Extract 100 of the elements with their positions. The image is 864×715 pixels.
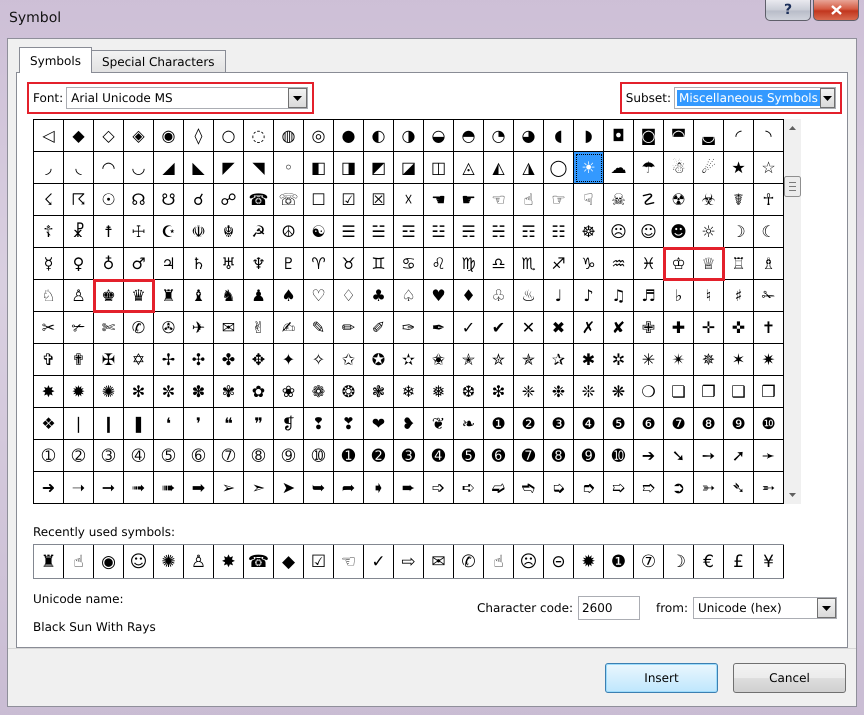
font-dropdown[interactable]: Arial Unicode MS — [66, 87, 308, 109]
symbol-cell[interactable]: ☺ — [634, 216, 664, 248]
symbol-cell[interactable]: ✹ — [64, 376, 94, 408]
symbol-cell[interactable]: ♇ — [274, 248, 304, 280]
symbol-cell[interactable]: ❸ — [544, 408, 574, 440]
symbol-cell[interactable]: ◐ — [364, 120, 394, 152]
symbol-cell[interactable]: ➎ — [454, 440, 484, 472]
symbol-cell[interactable]: ● — [334, 120, 364, 152]
symbol-cell[interactable]: ✄ — [94, 312, 124, 344]
symbol-cell[interactable]: ☎ — [244, 184, 274, 216]
symbol-cell[interactable]: ❇ — [484, 376, 514, 408]
symbol-cell[interactable]: ❦ — [424, 408, 454, 440]
symbol-cell[interactable]: ✯ — [514, 344, 544, 376]
symbol-cell[interactable]: ◪ — [394, 152, 424, 184]
symbol-cell[interactable]: ◛ — [694, 120, 724, 152]
symbol-cell[interactable]: ♅ — [214, 248, 244, 280]
symbol-cell[interactable]: ➌ — [394, 440, 424, 472]
symbol-cell[interactable]: ✗ — [574, 312, 604, 344]
symbol-cell[interactable]: ☣ — [694, 184, 724, 216]
symbol-cell[interactable]: ☡ — [634, 184, 664, 216]
symbol-cell[interactable]: ❀ — [274, 376, 304, 408]
symbol-cell[interactable]: ✸ — [34, 376, 64, 408]
symbol-cell[interactable]: ✫ — [394, 344, 424, 376]
symbol-cell[interactable]: ☲ — [394, 216, 424, 248]
symbol-cell[interactable]: ◊ — [184, 120, 214, 152]
symbol-cell[interactable]: ✼ — [154, 376, 184, 408]
symbol-cell[interactable]: ✢ — [154, 344, 184, 376]
symbol-cell[interactable]: ➃ — [124, 440, 154, 472]
symbol-cell[interactable]: ➢ — [214, 472, 244, 504]
dropdown-button[interactable] — [820, 88, 835, 108]
symbol-cell[interactable]: ❑ — [724, 376, 754, 408]
symbol-cell[interactable]: ♠ — [274, 280, 304, 312]
symbol-cell[interactable]: ☶ — [514, 216, 544, 248]
symbol-cell[interactable]: ☜ — [484, 184, 514, 216]
symbol-cell[interactable]: ♉ — [334, 248, 364, 280]
symbol-cell[interactable]: ✇ — [154, 312, 184, 344]
symbol-cell[interactable]: ✩ — [334, 344, 364, 376]
symbol-cell[interactable]: ➣ — [244, 472, 274, 504]
symbol-cell[interactable]: ❶ — [484, 408, 514, 440]
symbol-cell[interactable]: ○ — [214, 120, 244, 152]
symbol-cell[interactable]: ➤ — [274, 472, 304, 504]
symbol-cell[interactable]: ❐ — [694, 376, 724, 408]
symbol-cell[interactable]: ➅ — [184, 440, 214, 472]
symbol-cell[interactable]: ♈ — [304, 248, 334, 280]
symbol-cell[interactable]: ✛ — [694, 312, 724, 344]
symbol-cell[interactable]: ☁ — [604, 152, 634, 184]
symbol-cell[interactable]: ☝ — [514, 184, 544, 216]
symbol-cell[interactable]: ✷ — [754, 344, 784, 376]
symbol-cell[interactable]: ✐ — [364, 312, 394, 344]
symbol-cell[interactable]: ❻ — [634, 408, 664, 440]
symbol-cell[interactable]: ♀ — [64, 248, 94, 280]
symbol-cell[interactable]: ✳ — [634, 344, 664, 376]
symbol-cell[interactable]: ➮ — [574, 472, 604, 504]
symbol-cell[interactable]: ☦ — [34, 216, 64, 248]
symbol-cell[interactable]: ❧ — [454, 408, 484, 440]
scrollbar[interactable] — [784, 119, 801, 504]
symbol-cell[interactable]: ❢ — [304, 408, 334, 440]
symbol-cell[interactable]: ❺ — [604, 408, 634, 440]
symbol-cell[interactable]: ♆ — [244, 248, 274, 280]
symbol-cell[interactable]: ☞ — [544, 184, 574, 216]
symbol-cell[interactable]: ➑ — [544, 440, 574, 472]
symbol-cell[interactable]: ✍ — [274, 312, 304, 344]
symbol-cell[interactable]: ➐ — [514, 440, 544, 472]
symbol-cell[interactable]: ✶ — [724, 344, 754, 376]
symbol-cell[interactable]: ➙ — [694, 440, 724, 472]
symbol-cell[interactable]: ✧ — [304, 344, 334, 376]
symbol-cell[interactable]: ◮ — [514, 152, 544, 184]
symbol-cell[interactable]: ☱ — [364, 216, 394, 248]
symbol-cell[interactable]: ☾ — [754, 216, 784, 248]
symbol-cell[interactable]: ➨ — [394, 472, 424, 504]
symbol-cell[interactable]: ✖ — [544, 312, 574, 344]
symbol-cell[interactable]: ❄ — [394, 376, 424, 408]
symbol-cell[interactable]: ♋ — [394, 248, 424, 280]
symbol-cell[interactable]: ☢ — [664, 184, 694, 216]
symbol-cell[interactable]: ◍ — [274, 120, 304, 152]
symbol-cell[interactable]: ➓ — [604, 440, 634, 472]
symbol-cell[interactable]: ☚ — [424, 184, 454, 216]
symbol-cell[interactable]: ❖ — [34, 408, 64, 440]
symbol-cell[interactable]: ☐ — [304, 184, 334, 216]
symbol-cell[interactable]: ◌ — [244, 120, 274, 152]
symbol-cell[interactable]: ♣ — [364, 280, 394, 312]
symbol-cell[interactable]: ♬ — [634, 280, 664, 312]
symbol-cell[interactable]: ❍ — [634, 376, 664, 408]
symbol-cell[interactable]: ✰ — [544, 344, 574, 376]
symbol-cell[interactable]: ♖ — [724, 248, 754, 280]
symbol-cell[interactable]: ☃ — [664, 152, 694, 184]
symbol-cell[interactable]: ❽ — [694, 408, 724, 440]
symbol-cell[interactable]: ➒ — [574, 440, 604, 472]
symbol-cell[interactable]: ♩ — [544, 280, 574, 312]
symbol-cell[interactable]: ✣ — [184, 344, 214, 376]
symbol-cell[interactable]: ✮ — [484, 344, 514, 376]
symbol-cell[interactable]: ✚ — [664, 312, 694, 344]
symbol-cell[interactable]: ➲ — [664, 472, 694, 504]
symbol-cell[interactable]: ➥ — [304, 472, 334, 504]
symbol-cell[interactable]: ◝ — [754, 120, 784, 152]
symbol-cell[interactable]: ❣ — [334, 408, 364, 440]
symbol-cell[interactable]: ✃ — [64, 312, 94, 344]
symbol-cell[interactable]: ✿ — [244, 376, 274, 408]
symbol-cell[interactable]: ♍ — [454, 248, 484, 280]
symbol-cell[interactable]: ✺ — [94, 376, 124, 408]
